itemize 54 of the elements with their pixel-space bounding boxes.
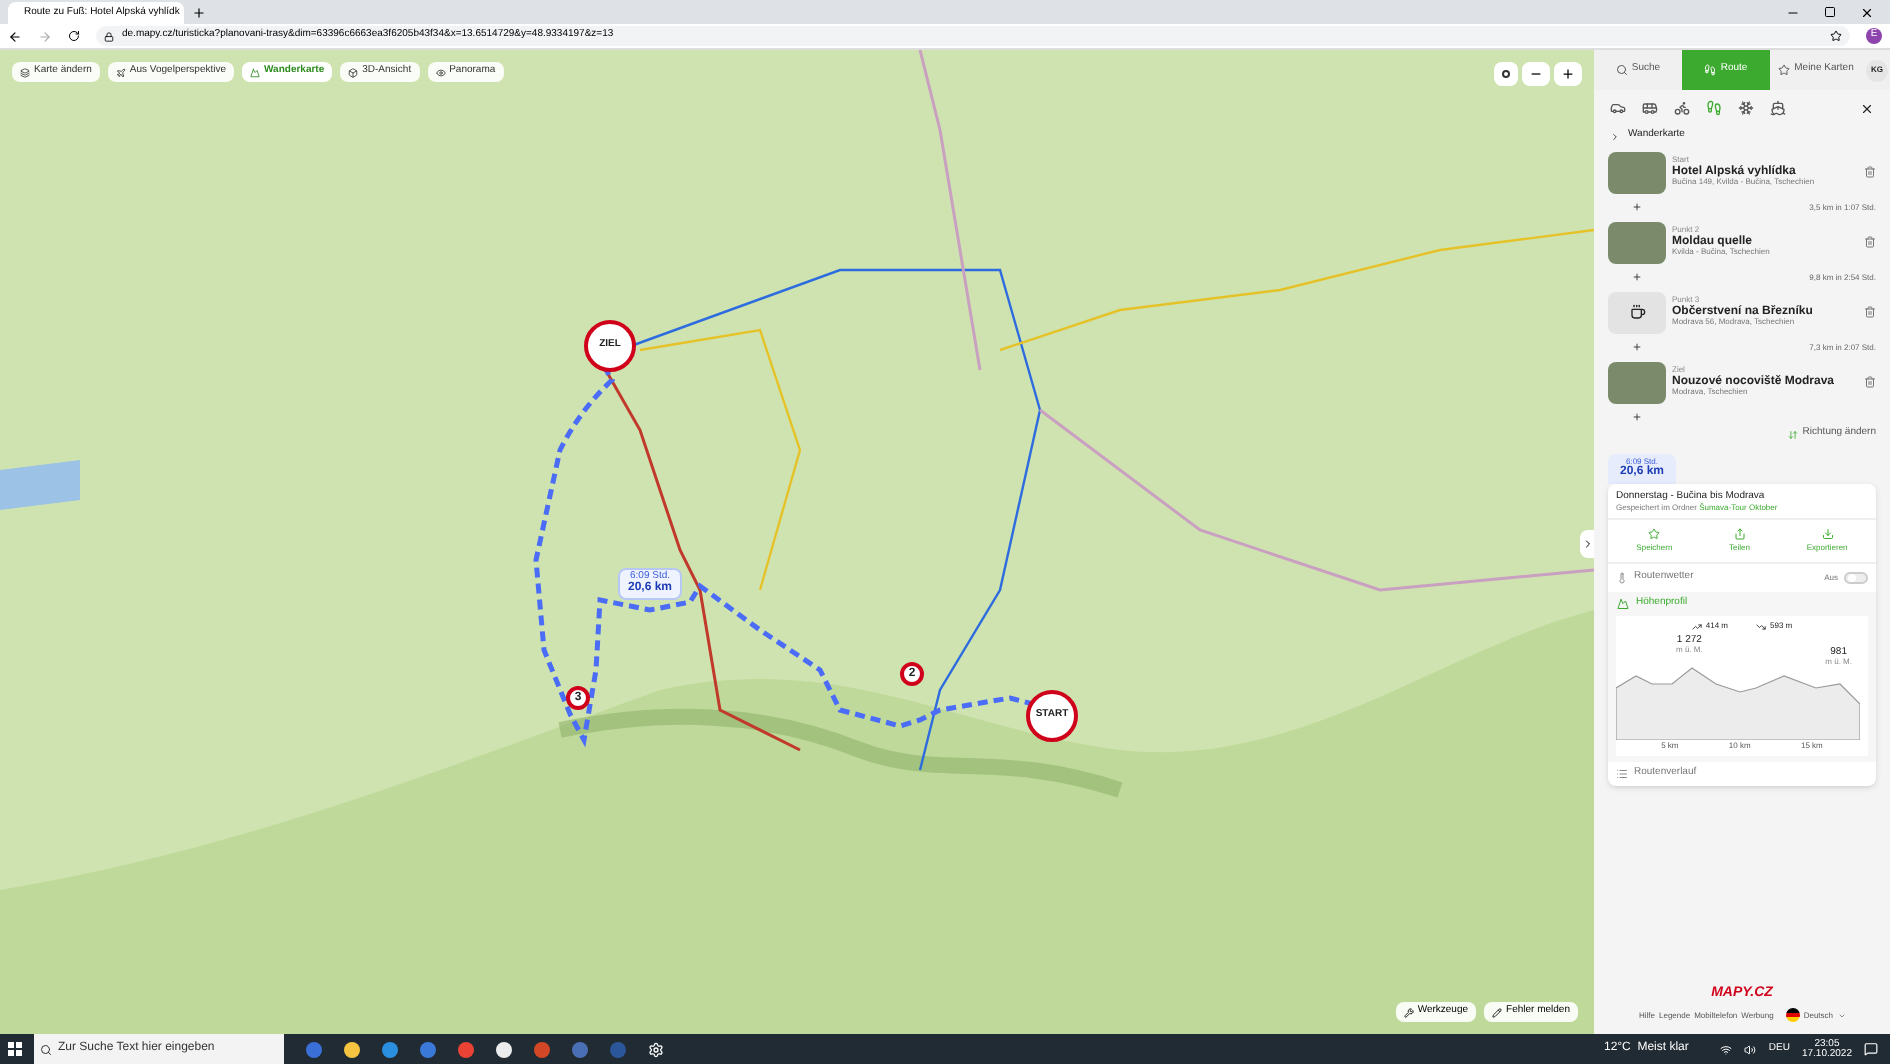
network-icon[interactable] — [1720, 1043, 1733, 1055]
settings-icon[interactable] — [648, 1041, 664, 1057]
transport-mode-icon[interactable] — [1738, 100, 1754, 116]
tab-icon — [1778, 64, 1791, 76]
start-icon[interactable] — [8, 1042, 22, 1056]
close-icon[interactable] — [1860, 101, 1874, 115]
weather-toggle[interactable] — [1844, 572, 1868, 585]
add-stop-icon[interactable] — [1632, 202, 1642, 212]
wrench-icon — [1403, 1007, 1414, 1017]
notifications-icon[interactable] — [1864, 1042, 1878, 1056]
descent-icon — [1756, 621, 1766, 632]
chevron-icon[interactable] — [1610, 131, 1620, 141]
reload-icon[interactable] — [68, 30, 80, 42]
location-icon[interactable] — [1494, 62, 1518, 86]
photo-placeholder — [1608, 221, 1666, 263]
pencil-icon — [1492, 1007, 1503, 1017]
taskbar-app-icon[interactable] — [344, 1041, 360, 1057]
transport-mode-icon[interactable] — [1610, 100, 1626, 116]
back-icon[interactable] — [8, 29, 22, 43]
ascent-icon — [1691, 621, 1702, 632]
delete-icon[interactable] — [1864, 376, 1876, 388]
transport-mode-icon[interactable] — [1770, 100, 1786, 116]
photo-placeholder — [1608, 361, 1666, 403]
transport-mode-icon[interactable] — [1642, 100, 1658, 116]
action-icon — [1821, 528, 1834, 541]
drink-icon — [1629, 304, 1645, 320]
transport-mode-icon[interactable] — [1674, 100, 1690, 116]
maximize-icon[interactable] — [1824, 6, 1836, 18]
add-stop-icon[interactable] — [1632, 272, 1642, 282]
volume-icon[interactable] — [1744, 1043, 1757, 1055]
flag-icon — [1785, 1008, 1800, 1022]
search-icon — [40, 1043, 52, 1055]
lock-icon — [104, 31, 114, 41]
minimize-icon[interactable] — [1786, 6, 1800, 20]
bookmark-icon[interactable] — [1830, 30, 1842, 42]
new-tab-icon[interactable] — [192, 6, 206, 20]
zoom-out-button[interactable]: − — [1522, 62, 1550, 86]
panel-toggle-icon[interactable] — [1580, 530, 1594, 558]
close-icon[interactable] — [1860, 6, 1874, 20]
action-icon — [1733, 528, 1746, 541]
mountain-icon — [1616, 598, 1630, 611]
thermometer-icon — [1616, 572, 1628, 585]
zoom-in-button[interactable]: + — [1554, 62, 1582, 86]
add-stop-icon[interactable] — [1632, 342, 1642, 352]
photo-placeholder — [1608, 151, 1666, 193]
taskbar-app-icon[interactable] — [496, 1041, 512, 1057]
delete-icon[interactable] — [1864, 236, 1876, 248]
tab-icon — [1704, 64, 1717, 76]
delete-icon[interactable] — [1864, 166, 1876, 178]
delete-icon[interactable] — [1864, 306, 1876, 318]
action-icon — [1648, 528, 1661, 541]
list-icon — [1616, 768, 1628, 781]
add-stop-icon[interactable] — [1632, 412, 1642, 422]
tab-icon — [1615, 64, 1628, 76]
